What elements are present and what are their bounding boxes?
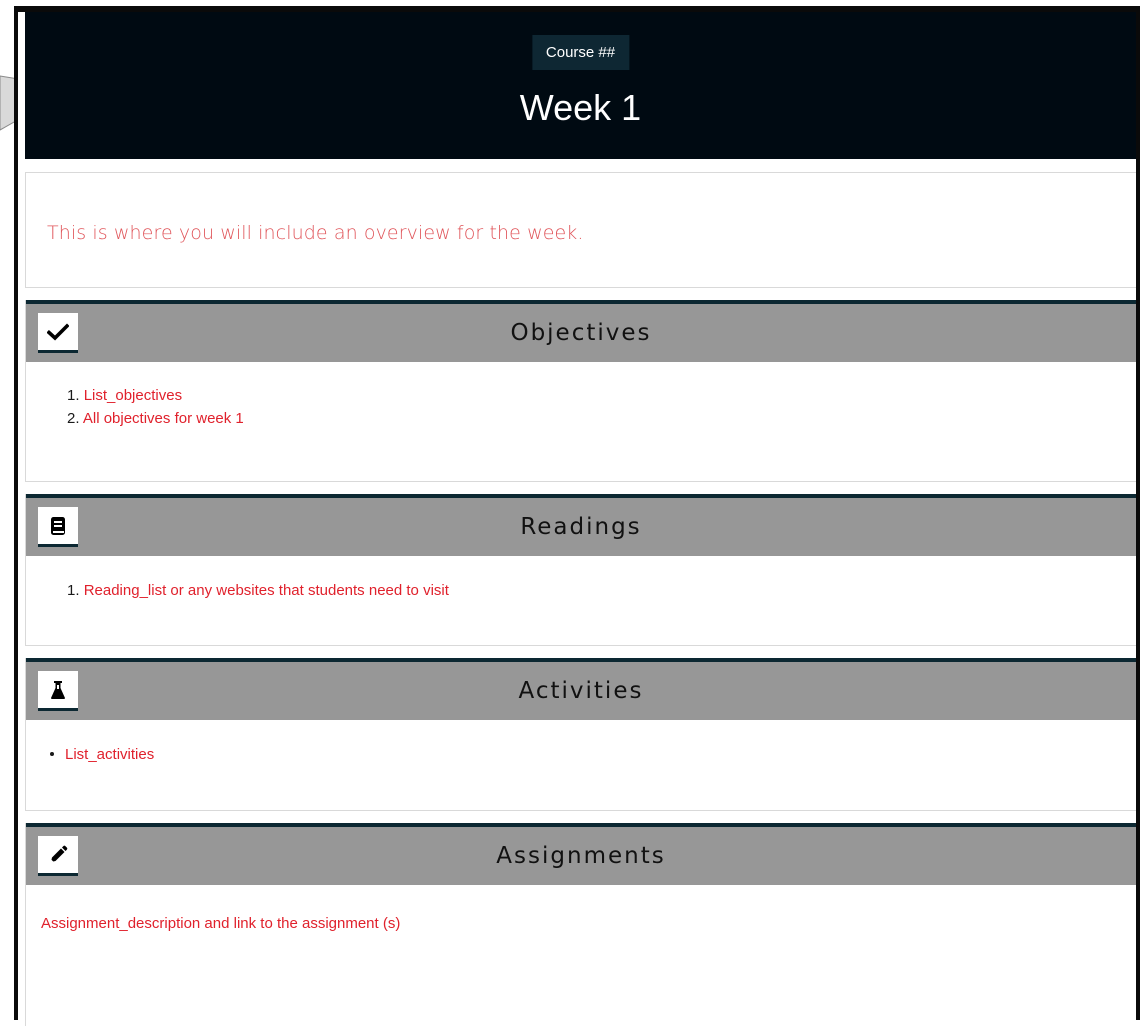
list-item-link[interactable]: Reading_list or any websites that studen… — [84, 582, 449, 599]
list-item-number: 2. — [67, 410, 80, 427]
list-item-link[interactable]: List_objectives — [84, 387, 182, 404]
list-item-link[interactable]: All objectives for week 1 — [83, 410, 244, 427]
assignment-link[interactable]: Assignment_description and link to the a… — [41, 915, 400, 932]
course-badge: Course ## — [531, 35, 630, 70]
list-item-number: 1. — [67, 387, 80, 404]
list-item: 1. List_objectives — [67, 384, 244, 407]
page-content: Course ## Week 1 This is where you will … — [25, 12, 1136, 1026]
assignments-section: Assignments Assignment_description and l… — [25, 823, 1136, 1026]
list-item: 1. Reading_list or any websites that stu… — [67, 579, 449, 602]
readings-title: Readings — [520, 514, 642, 540]
assignments-header: Assignments — [26, 823, 1136, 885]
activities-list: List_activities — [50, 743, 154, 766]
page-frame: Course ## Week 1 This is where you will … — [14, 6, 1140, 1026]
list-item-number: 1. — [67, 582, 80, 599]
objectives-section: Objectives 1. List_objectives 2. All obj… — [25, 300, 1136, 482]
week-banner: Course ## Week 1 — [25, 12, 1136, 159]
overview-text: This is where you will include an overvi… — [47, 222, 584, 244]
page-title: Week 1 — [519, 87, 642, 128]
activities-title: Activities — [518, 678, 644, 704]
objectives-list: 1. List_objectives 2. All objectives for… — [67, 384, 244, 430]
readings-list: 1. Reading_list or any websites that stu… — [67, 579, 449, 602]
list-item: 2. All objectives for week 1 — [67, 407, 244, 430]
overview-box: This is where you will include an overvi… — [25, 172, 1136, 288]
list-item: List_activities — [50, 743, 154, 766]
readings-header: Readings — [26, 494, 1136, 556]
activities-section: Activities List_activities — [25, 658, 1136, 811]
objectives-title: Objectives — [510, 320, 652, 346]
assignments-title: Assignments — [496, 843, 666, 869]
bullet-icon — [50, 751, 54, 756]
activities-header: Activities — [26, 658, 1136, 720]
objectives-header: Objectives — [26, 300, 1136, 362]
readings-section: Readings 1. Reading_list or any websites… — [25, 494, 1136, 646]
list-item-link[interactable]: List_activities — [65, 746, 154, 763]
